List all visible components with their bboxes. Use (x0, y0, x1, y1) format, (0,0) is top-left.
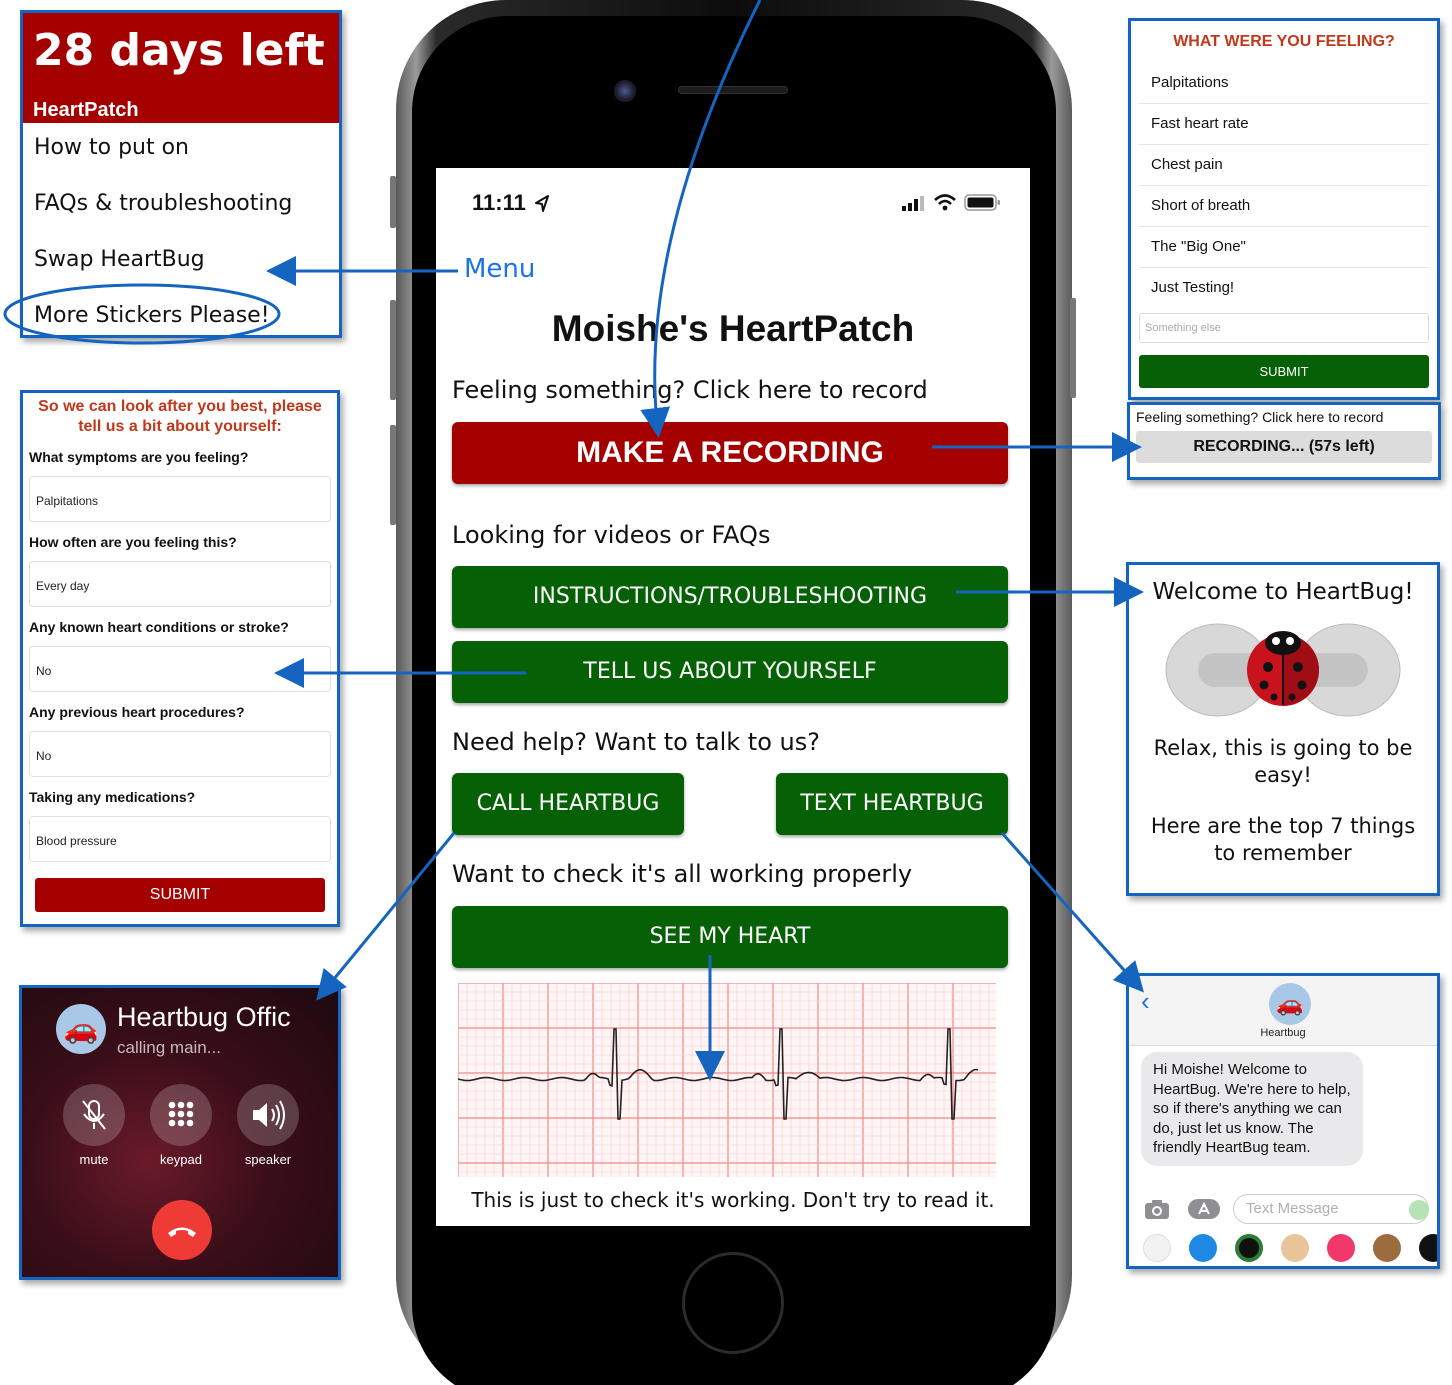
annotation-arrows (3, 0, 1144, 1081)
highlight-ellipse (3, 283, 281, 345)
arrow-call-to-callscreen (316, 832, 456, 1001)
figure: 11:11 Menu Moishe's HeartPatch Feeling s… (0, 0, 1452, 1385)
arrow-text-to-messages (1000, 832, 1144, 993)
arrow-to-record-button (640, 0, 762, 438)
